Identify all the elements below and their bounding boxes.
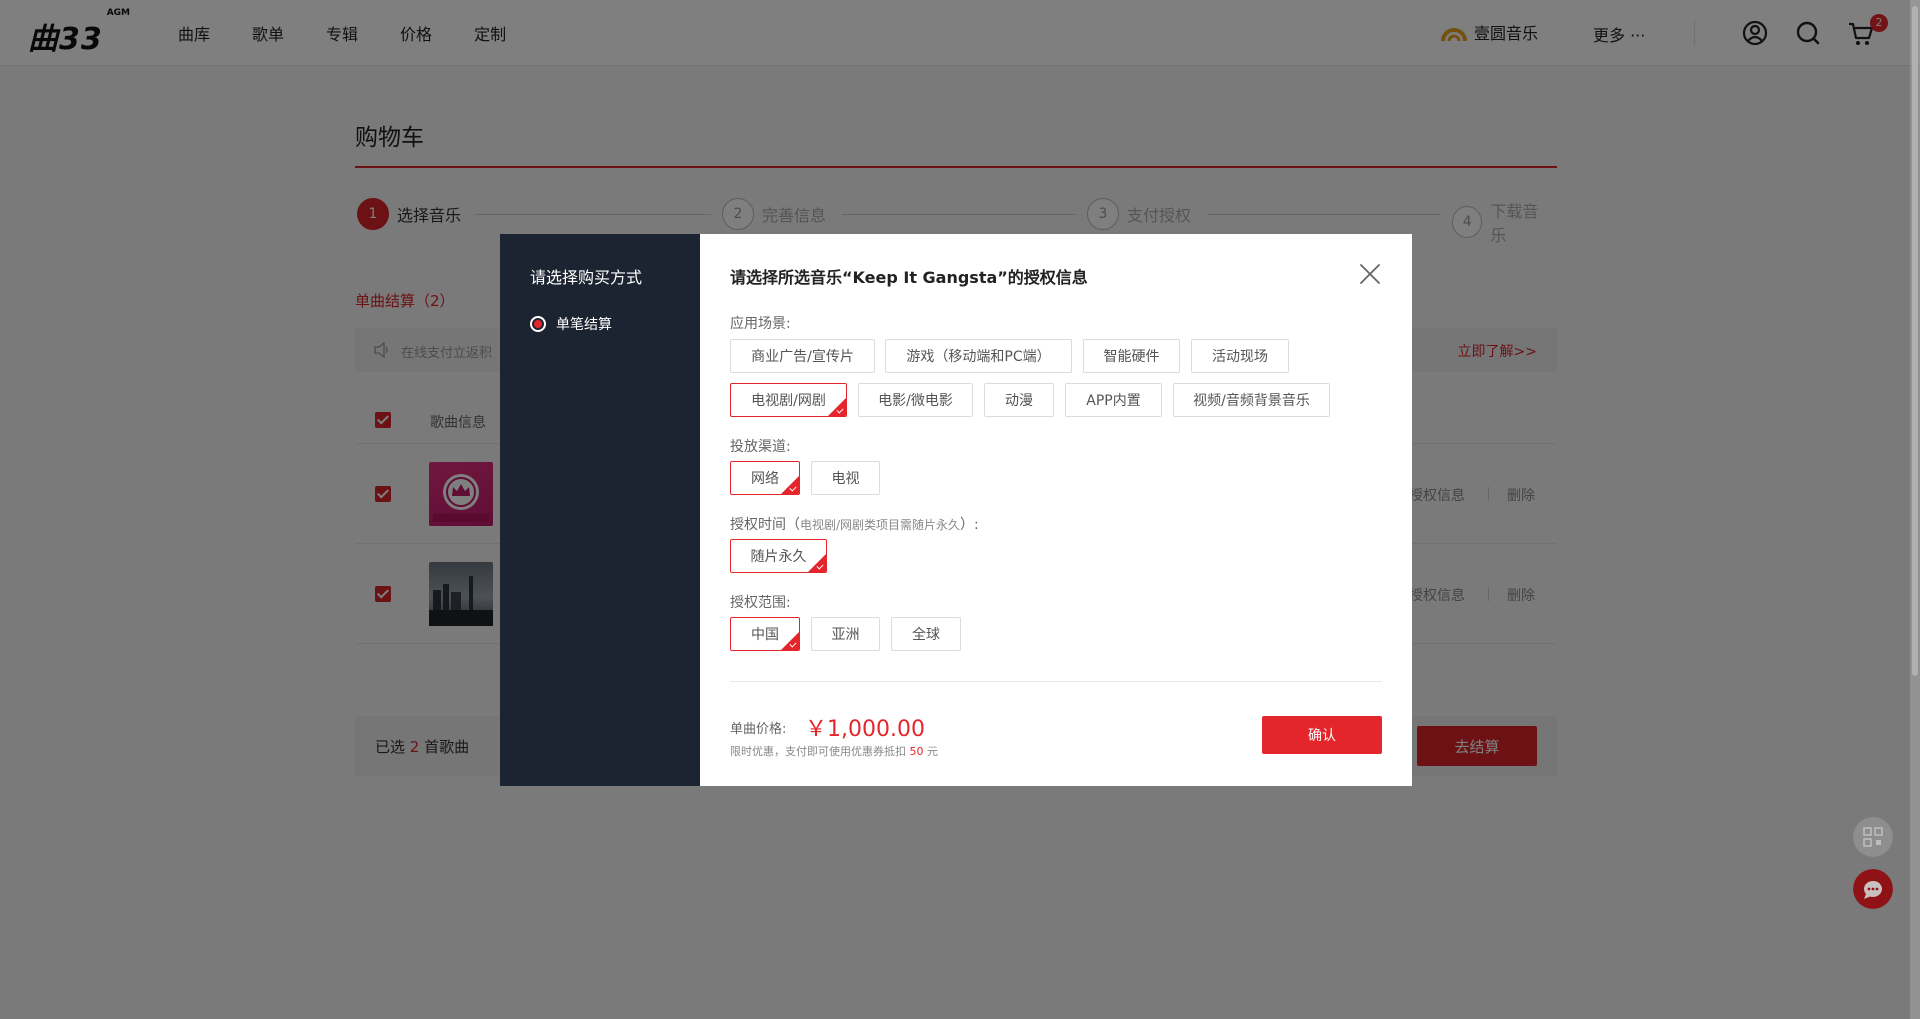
close-icon[interactable] <box>1358 262 1382 286</box>
time-label-end: ）: <box>960 517 979 533</box>
scene-option[interactable]: 活动现场 <box>1191 339 1289 373</box>
range-option[interactable]: 全球 <box>891 617 961 651</box>
scene-option[interactable]: 游戏（移动端和PC端） <box>885 339 1072 373</box>
scene-option[interactable]: 商业广告/宣传片 <box>730 339 875 373</box>
price-value: ￥1,000.00 <box>805 717 925 742</box>
license-modal: 请选择购买方式 单笔结算 请选择所选音乐“Keep It Gangsta”的授权… <box>500 234 1412 786</box>
page-scrollbar[interactable] <box>1910 0 1920 1019</box>
scene-label: 应用场景: <box>730 316 791 332</box>
single-payment-label: 单笔结算 <box>556 317 612 333</box>
modal-divider <box>730 681 1382 682</box>
license-info-panel: 请选择所选音乐“Keep It Gangsta”的授权信息 应用场景: 商业广告… <box>700 234 1412 786</box>
time-label: 授权时间（电视剧/网剧类项目需随片永久）: <box>730 514 979 534</box>
purchase-method-title: 请选择购买方式 <box>530 268 643 287</box>
scene-option[interactable]: APP内置 <box>1065 383 1162 417</box>
scene-option-selected[interactable]: 电视剧/网剧 <box>730 383 847 417</box>
purchase-method-panel: 请选择购买方式 单笔结算 <box>500 234 700 786</box>
channel-option[interactable]: 电视 <box>811 461 880 495</box>
channel-label: 投放渠道: <box>730 439 791 455</box>
chat-icon[interactable] <box>1853 869 1893 909</box>
scrollbar-thumb[interactable] <box>1912 6 1918 676</box>
qr-code-icon[interactable] <box>1853 817 1893 857</box>
modal-title: 请选择所选音乐“Keep It Gangsta”的授权信息 <box>730 268 1088 287</box>
time-label-text: 授权时间（ <box>730 517 800 533</box>
promo-prefix: 限时优惠，支付即可使用优惠券抵扣 <box>730 745 910 758</box>
promo-amount: 50 <box>909 745 924 758</box>
scene-option[interactable]: 视频/音频背景音乐 <box>1173 383 1330 417</box>
range-option-selected[interactable]: 中国 <box>730 617 800 651</box>
time-option-selected[interactable]: 随片永久 <box>730 539 827 573</box>
price-label: 单曲价格: <box>730 722 787 737</box>
scene-option[interactable]: 电影/微电影 <box>858 383 973 417</box>
scene-option[interactable]: 智能硬件 <box>1083 339 1180 373</box>
radio-selected-icon[interactable] <box>530 316 546 332</box>
single-payment-option[interactable]: 单笔结算 <box>530 314 670 334</box>
time-label-note: 电视剧/网剧类项目需随片永久 <box>800 518 961 532</box>
range-label: 授权范围: <box>730 595 791 611</box>
promo-suffix: 元 <box>923 745 938 758</box>
range-option[interactable]: 亚洲 <box>811 617 880 651</box>
confirm-button[interactable]: 确认 <box>1262 716 1382 754</box>
scene-option[interactable]: 动漫 <box>984 383 1054 417</box>
channel-option-selected[interactable]: 网络 <box>730 461 800 495</box>
promo-text: 限时优惠，支付即可使用优惠券抵扣 50 元 <box>730 743 938 759</box>
